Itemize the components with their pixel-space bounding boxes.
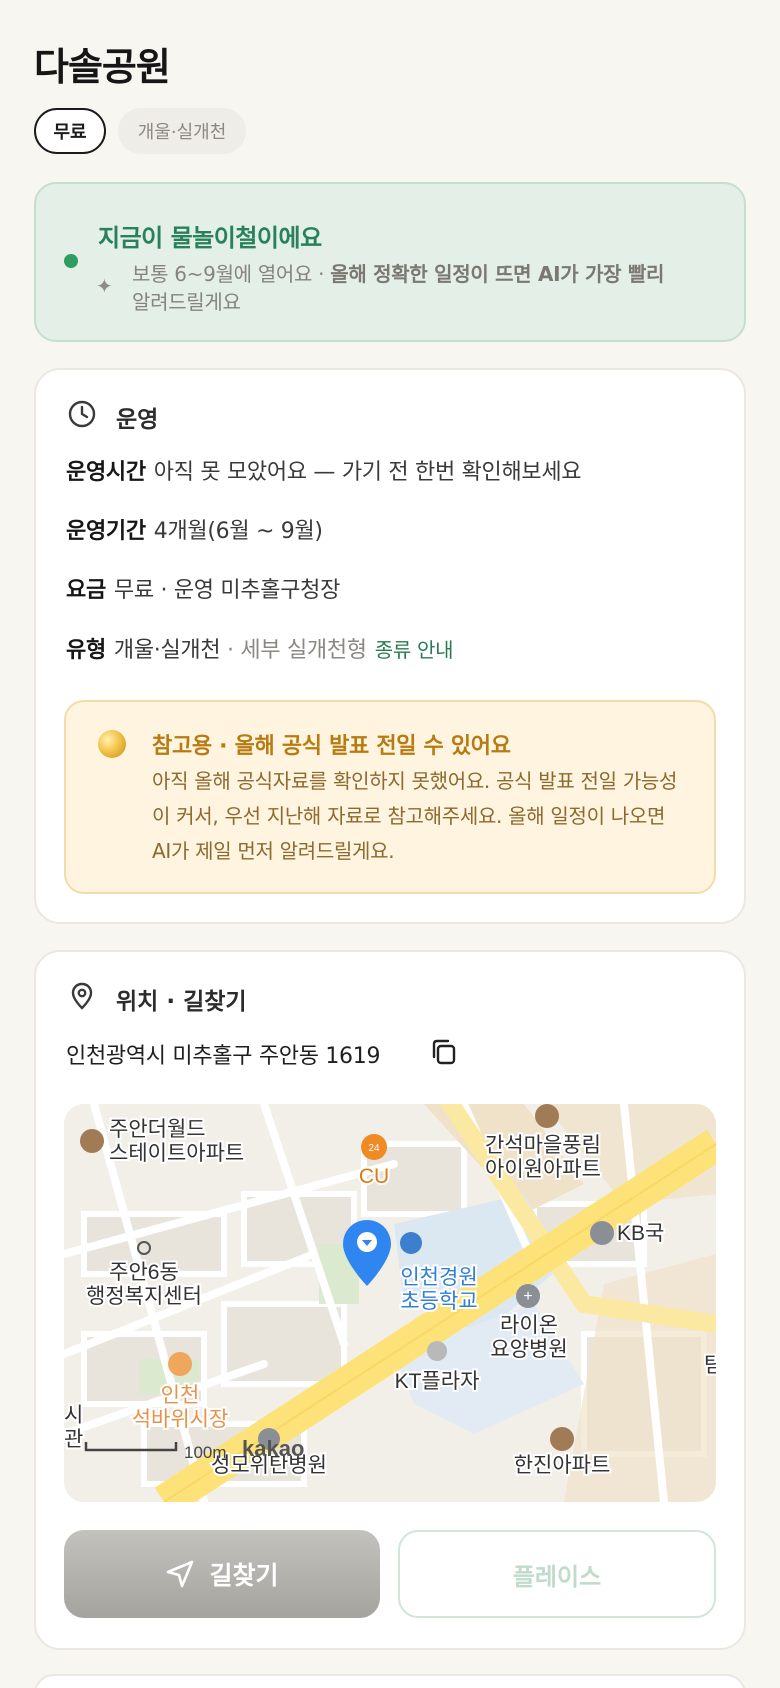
navigation-arrow-icon [167,1560,194,1588]
coin-icon [98,730,126,758]
map-label-office-line1: 주안6동 [109,1261,179,1284]
status-dot [64,254,78,268]
season-banner: 지금이 물놀이철이에요 ✦ 보통 6~9월에 열어요 · 올해 정확한 일정이 … [34,182,746,342]
type-key: 유형 [66,638,106,663]
map-label-market-line1: 인천 [161,1384,200,1407]
type-sub: · 세부 실개천형 [220,638,367,663]
map-label-apt1-line2: 스테이트아파트 [109,1142,244,1165]
directions-label: 길찾기 [209,1561,279,1590]
place-button[interactable]: 플레이스 [398,1530,716,1618]
page-title: 다솔공원 [34,45,171,89]
hours-key: 운영시간 [66,460,146,485]
season-desc-plain: 보통 6~9월에 열어요 · [132,262,331,286]
map-label-office-line2: 행정복지센터 [86,1285,202,1308]
operations-card: 운영 운영시간 아직 못 모았어요 — 가기 전 한번 확인해보세요 운영기간 4개… [34,368,746,924]
location-title: 위치 · 길찾기 [116,989,247,1015]
season-desc-bold: 올해 정확한 일정이 뜨면 AI가 가장 빨리 [330,262,665,286]
school-icon [400,1232,422,1254]
page: 다솔공원 무료 개울·실개천 지금이 물놀이철이에요 ✦ 보통 6~9월에 열어… [0,0,780,1688]
hours-value: 아직 못 모았어요 — 가기 전 한번 확인해보세요 [153,460,582,485]
map-label-apt1-line1: 주안더월드 [109,1118,206,1141]
bank-icon [590,1221,614,1245]
next-card [34,1674,746,1688]
fee-value: 무료 · 운영 미추홀구청장 [113,578,341,603]
notice-title: 참고용 · 올해 공식 발표 전일 수 있어요 [152,734,511,759]
map-label-hospital-line1: 라이온 [500,1314,558,1337]
clock-icon [68,400,96,428]
map-label-edge-left1: 시 [64,1404,83,1427]
period-row: 운영기간 4개월(6월 ~ 9월) [66,513,323,545]
period-value: 4개월(6월 ~ 9월) [153,519,323,544]
market-icon [168,1352,192,1376]
map-label-hospital-line2: 요양병원 [490,1338,567,1361]
map-label-apt2-line2: 아이원아파트 [485,1158,601,1181]
type-row: 유형 개울·실개천 · 세부 실개천형 종류 안내 [66,632,453,664]
map-label-apt2-line1: 간석마을풍림 [485,1134,601,1157]
map-label-market-line2: 석바위시장 [132,1408,229,1431]
cu-badge: 24 [368,1143,380,1154]
map-label-edge-left2: 관 [64,1428,83,1451]
location-pin-icon [71,982,93,1010]
building-icon [427,1341,447,1361]
fee-key: 요금 [66,578,106,603]
notice-body: 아직 올해 공식자료를 확인하지 못했어요. 공식 발표 전일 가능성이 커서,… [152,769,678,863]
operations-title: 운영 [116,407,159,433]
reference-notice: 참고용 · 올해 공식 발표 전일 수 있어요 아직 올해 공식자료를 확인하지… [64,700,716,894]
apartment-icon [80,1129,104,1153]
map-brand-logo: kakao [242,1436,304,1461]
apartment-icon [550,1427,574,1451]
location-card: 위치 · 길찾기 인천광역시 미추홀구 주안동 1619 24 + 주안더월드 … [34,950,746,1650]
map-label-school-line2: 초등학교 [400,1290,477,1313]
period-key: 운영기간 [66,519,146,544]
map-label-edge-right: 탐 [704,1354,716,1377]
season-description: 보통 6~9월에 열어요 · 올해 정확한 일정이 뜨면 AI가 가장 빨리알려… [132,260,732,316]
hours-row: 운영시간 아직 못 모았어요 — 가기 전 한번 확인해보세요 [66,454,582,486]
price-chip: 무료 [34,108,106,154]
copy-icon[interactable] [428,1036,460,1068]
map-label-kb: KB국 [617,1222,664,1245]
type-value: 개울·실개천 [113,638,221,663]
type-guide-link[interactable]: 종류 안내 [375,638,454,662]
directions-button[interactable]: 길찾기 [64,1530,380,1618]
map-scale-label: 100m [184,1443,227,1462]
season-title: 지금이 물놀이철이에요 [98,224,322,252]
sparkle-icon: ✦ [96,274,113,298]
map-label-kt: KT플라자 [395,1370,480,1393]
map-label-cu: CU [359,1165,389,1188]
type-chip: 개울·실개천 [118,108,246,154]
address-text: 인천광역시 미추홀구 주안동 1619 [66,1044,381,1069]
hospital-cross-icon: + [523,1288,532,1305]
apartment-icon [535,1104,559,1128]
season-desc-tail: 알려드릴게요 [132,290,241,314]
map-label-school-line1: 인천경원 [400,1266,477,1289]
fee-row: 요금 무료 · 운영 미추홀구청장 [66,572,340,604]
map-label-bottom-apt: 한진아파트 [514,1454,611,1477]
map-view[interactable]: 24 + 주안더월드 스테이트아파트 간석마을풍림 아이원아파트 KB국 주안6… [64,1104,716,1502]
